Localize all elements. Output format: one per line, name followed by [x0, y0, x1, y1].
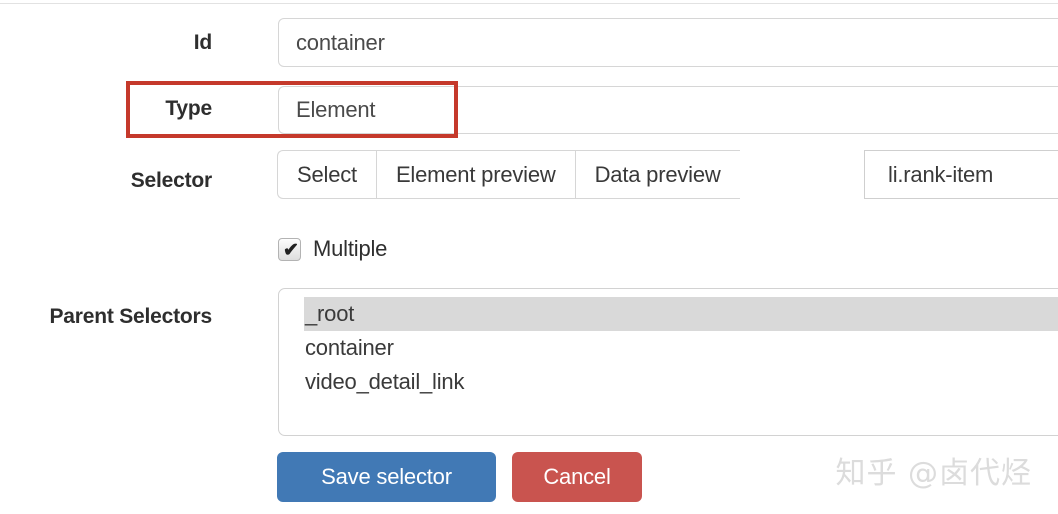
parent-selectors-listbox[interactable]: _root container video_detail_link [278, 288, 1058, 436]
parent-selectors-label: Parent Selectors [49, 305, 212, 328]
id-label: Id [193, 31, 212, 54]
action-button-bar: Save selector Cancel [277, 452, 642, 502]
list-item[interactable]: video_detail_link [279, 365, 1058, 399]
save-selector-button[interactable]: Save selector [277, 452, 496, 502]
id-input[interactable]: container [278, 18, 1058, 67]
cancel-button[interactable]: Cancel [512, 452, 642, 502]
selector-button-group: Select Element preview Data preview [277, 150, 740, 199]
element-preview-button[interactable]: Element preview [375, 150, 575, 199]
multiple-checkbox-row[interactable]: ✔ Multiple [278, 236, 387, 262]
multiple-checkbox[interactable]: ✔ [278, 237, 301, 261]
type-label: Type [165, 97, 212, 120]
data-preview-button[interactable]: Data preview [574, 150, 740, 199]
select-button[interactable]: Select [277, 150, 376, 199]
checkmark-icon: ✔ [283, 239, 299, 261]
watermark: 知乎 @卤代烃 [835, 456, 1032, 491]
selector-input[interactable]: li.rank-item [864, 150, 1058, 199]
list-item[interactable]: container [279, 331, 1058, 365]
multiple-label: Multiple [313, 236, 388, 261]
selector-label: Selector [130, 169, 212, 192]
web-scraper-selector-form: Id container Type Element Selector Selec… [0, 0, 1058, 514]
list-item[interactable]: _root [304, 297, 1058, 331]
type-select[interactable]: Element [278, 86, 1058, 134]
top-divider [0, 3, 1058, 4]
